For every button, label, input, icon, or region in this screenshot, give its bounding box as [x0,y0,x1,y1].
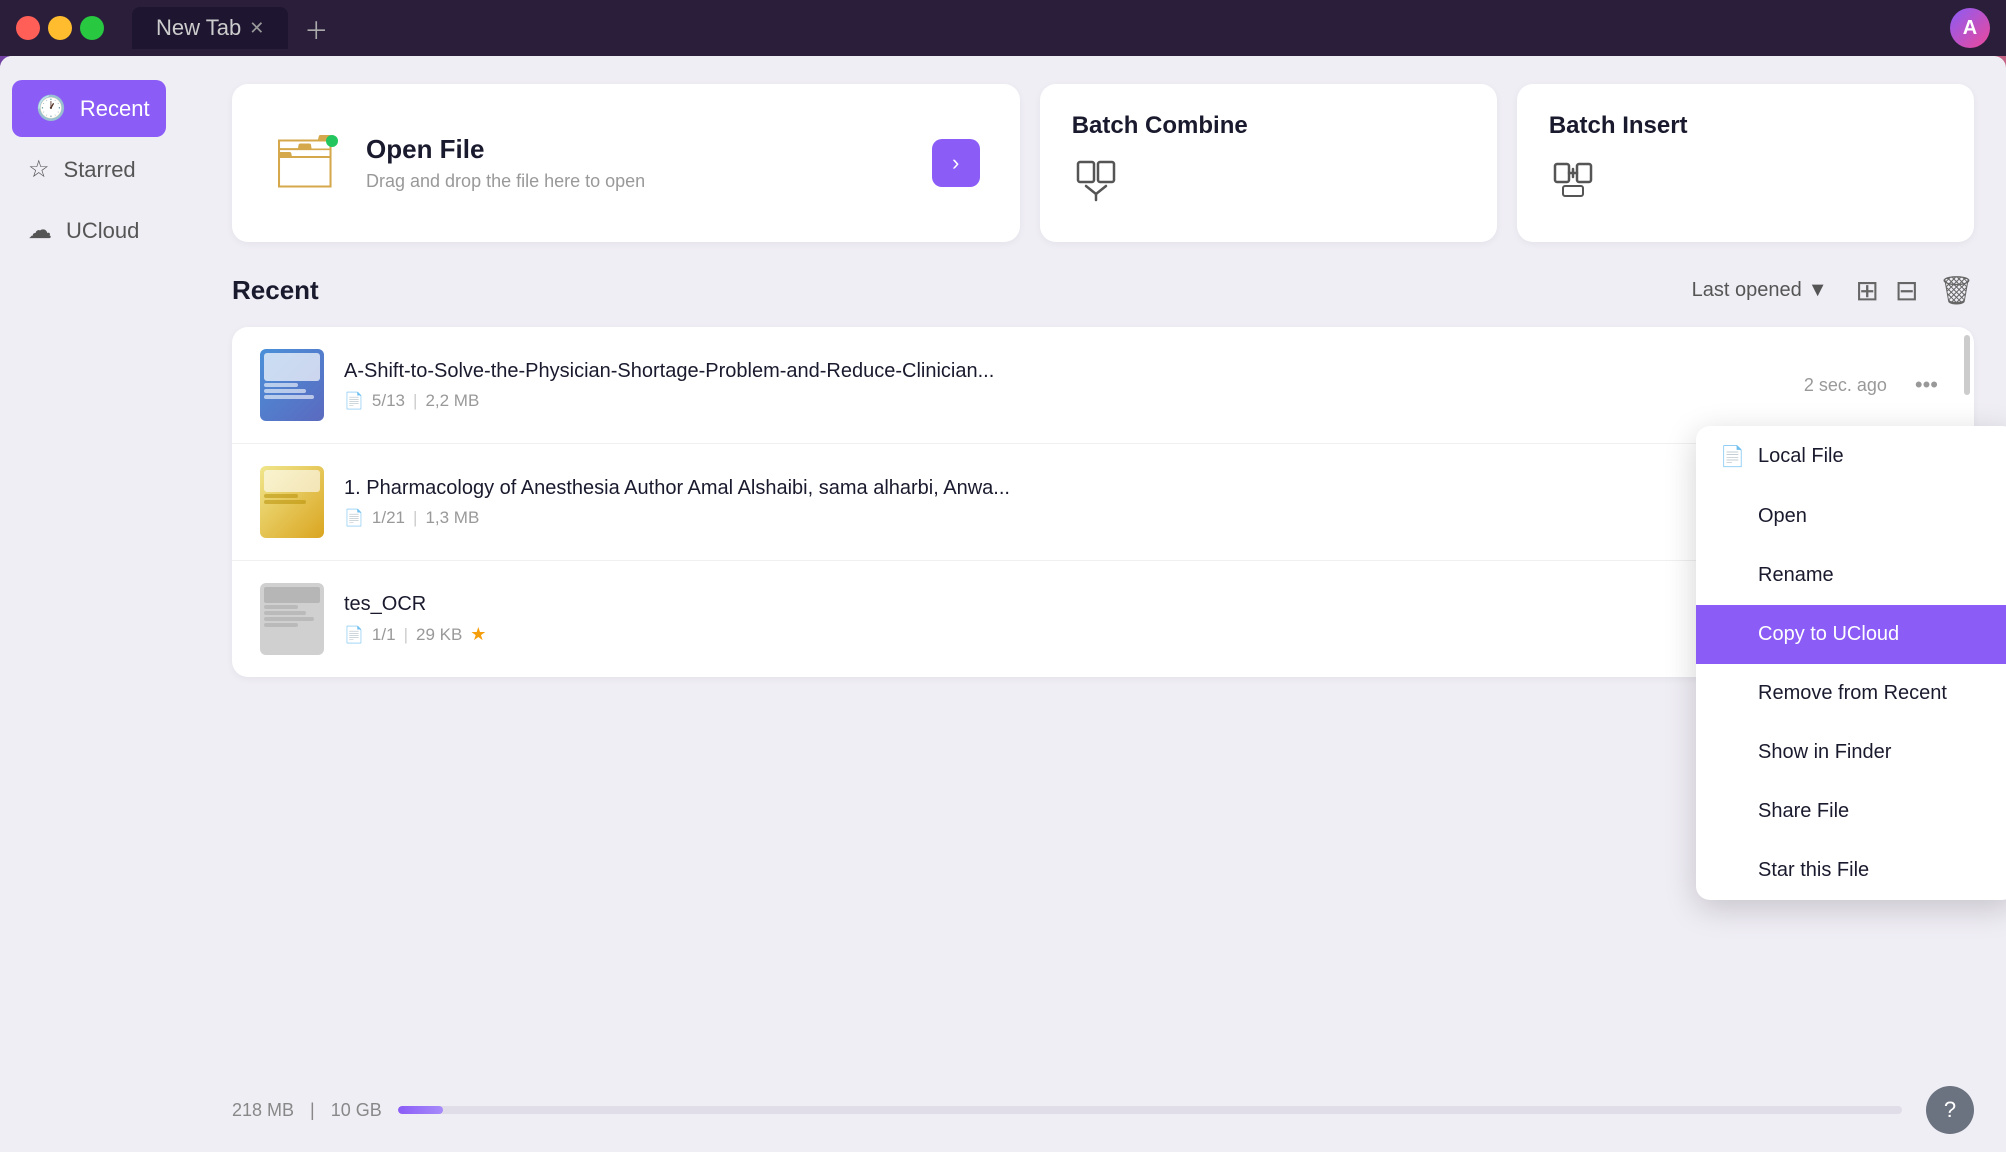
batch-combine-card[interactable]: Batch Combine [1040,84,1497,242]
context-menu: 📄 Local File Open Rename Copy to UCloud … [1696,426,2006,900]
storage-total: 10 GB [331,1100,382,1121]
sort-label: Last opened [1692,279,1802,302]
sidebar-item-recent[interactable]: 🕐 Recent [12,80,166,137]
context-menu-rename[interactable]: Rename [1696,546,2006,605]
sidebar-active-dot [18,105,26,113]
open-file-text: Open File Drag and drop the file here to… [366,134,908,192]
recent-header: Recent Last opened ▼ ⊞ ⊟ 🗑 [232,274,1974,307]
context-share-file-label: Share File [1758,800,1849,823]
batch-insert-card[interactable]: Batch Insert [1517,84,1974,242]
browser-chrome: New Tab ✕ ＋ A [0,0,2006,56]
page-icon-2: 📄 [344,508,364,528]
bottom-bar: 218 MB | 10 GB ? [200,1068,2006,1152]
open-file-button[interactable]: › [932,139,980,187]
star-badge-3: ★ [470,624,486,645]
batch-combine-title: Batch Combine [1072,112,1248,140]
file-time-1: 2 sec. ago [1804,375,1887,396]
batch-combine-icon [1072,156,1120,214]
file-info-3: tes_OCR 📄 1/1 | 29 KB ★ [344,593,1814,645]
context-menu-open[interactable]: Open [1696,487,2006,546]
delete-button[interactable]: 🗑 [1938,274,1974,307]
storage-bar [398,1106,1902,1114]
file-meta-2: 📄 1/21 | 1,3 MB [344,508,1800,528]
sidebar-ucloud-label: UCloud [66,218,139,244]
file-meta-3: 📄 1/1 | 29 KB ★ [344,624,1814,645]
local-file-icon: 📄 [1720,444,1744,469]
context-menu-copy-to-ucloud[interactable]: Copy to UCloud [1696,605,2006,664]
top-cards: 🗂 Open File Drag and drop the file here … [232,84,1974,242]
file-more-button-1[interactable]: ••• [1907,368,1946,402]
file-size-3: 29 KB [416,625,462,645]
sidebar-recent-label: Recent [80,96,150,122]
file-thumbnail-1 [260,349,324,421]
browser-tab[interactable]: New Tab ✕ [132,7,288,49]
help-button[interactable]: ? [1926,1086,1974,1134]
file-pages-1: 5/13 [372,391,405,411]
cloud-icon: ☁ [28,216,52,245]
file-size-2: 1,3 MB [425,508,479,528]
context-menu-remove-from-recent[interactable]: Remove from Recent [1696,664,2006,723]
file-thumbnail-2 [260,466,324,538]
file-info-2: 1. Pharmacology of Anesthesia Author Ama… [344,477,1800,528]
green-dot [326,135,338,147]
context-remove-recent-label: Remove from Recent [1758,682,1947,705]
storage-separator: | [310,1100,315,1121]
file-name-1: A-Shift-to-Solve-the-Physician-Shortage-… [344,360,1784,383]
context-open-label: Open [1758,505,1807,528]
storage-used: 218 MB [232,1100,294,1121]
context-menu-show-in-finder[interactable]: Show in Finder [1696,723,2006,782]
file-pages-3: 1/1 [372,625,396,645]
context-local-file-label: Local File [1758,445,1844,468]
context-star-file-label: Star this File [1758,859,1869,882]
view-buttons: ⊞ ⊟ 🗑 [1856,274,1974,307]
traffic-lights [16,16,104,40]
file-name-3: tes_OCR [344,593,1814,616]
open-file-title: Open File [366,134,908,165]
minimize-button[interactable] [48,16,72,40]
new-tab-button[interactable]: ＋ [296,7,336,50]
star-icon: ☆ [28,155,50,184]
file-info-1: A-Shift-to-Solve-the-Physician-Shortage-… [344,360,1784,411]
file-thumbnail-3 [260,583,324,655]
storage-fill [398,1106,443,1114]
clock-icon: 🕐 [36,94,66,123]
open-file-card[interactable]: 🗂 Open File Drag and drop the file here … [232,84,1020,242]
sidebar-item-ucloud[interactable]: ☁ UCloud [12,202,188,259]
sort-button[interactable]: Last opened ▼ [1692,279,1828,302]
file-meta-1: 📄 5/13 | 2,2 MB [344,391,1784,411]
page-icon-1: 📄 [344,391,364,411]
context-menu-local-file[interactable]: 📄 Local File [1696,426,2006,487]
tab-title: New Tab [156,15,241,41]
main-content: 🗂 Open File Drag and drop the file here … [200,56,2006,1152]
sidebar-recent-wrapper: 🕐 Recent [12,80,188,137]
tab-bar: New Tab ✕ ＋ [132,7,336,50]
file-name-2: 1. Pharmacology of Anesthesia Author Ama… [344,477,1800,500]
sidebar-starred-label: Starred [64,157,136,183]
context-menu-star-this-file[interactable]: Star this File [1696,841,2006,900]
batch-insert-title: Batch Insert [1549,112,1688,140]
context-rename-label: Rename [1758,564,1834,587]
list-view-button[interactable]: ⊟ [1895,274,1918,307]
grid-view-button[interactable]: ⊞ [1856,274,1879,307]
maximize-button[interactable] [80,16,104,40]
open-file-subtitle: Drag and drop the file here to open [366,171,908,192]
tab-close-icon[interactable]: ✕ [249,18,264,39]
folder-icon-wrapper: 🗂 [272,131,342,195]
avatar: A [1950,8,1990,48]
sort-arrow-icon: ▼ [1808,279,1828,302]
close-button[interactable] [16,16,40,40]
file-pages-2: 1/21 [372,508,405,528]
batch-insert-icon [1549,156,1597,214]
context-menu-share-file[interactable]: Share File [1696,782,2006,841]
sidebar-item-starred[interactable]: ☆ Starred [12,141,188,198]
app-container: 🕐 Recent ☆ Starred ☁ UCloud 🗂 Open File [0,56,2006,1152]
file-size-1: 2,2 MB [425,391,479,411]
page-icon-3: 📄 [344,625,364,645]
context-show-finder-label: Show in Finder [1758,741,1891,764]
recent-title: Recent [232,275,319,306]
context-copy-ucloud-label: Copy to UCloud [1758,623,1899,646]
sidebar: 🕐 Recent ☆ Starred ☁ UCloud [0,56,200,1152]
